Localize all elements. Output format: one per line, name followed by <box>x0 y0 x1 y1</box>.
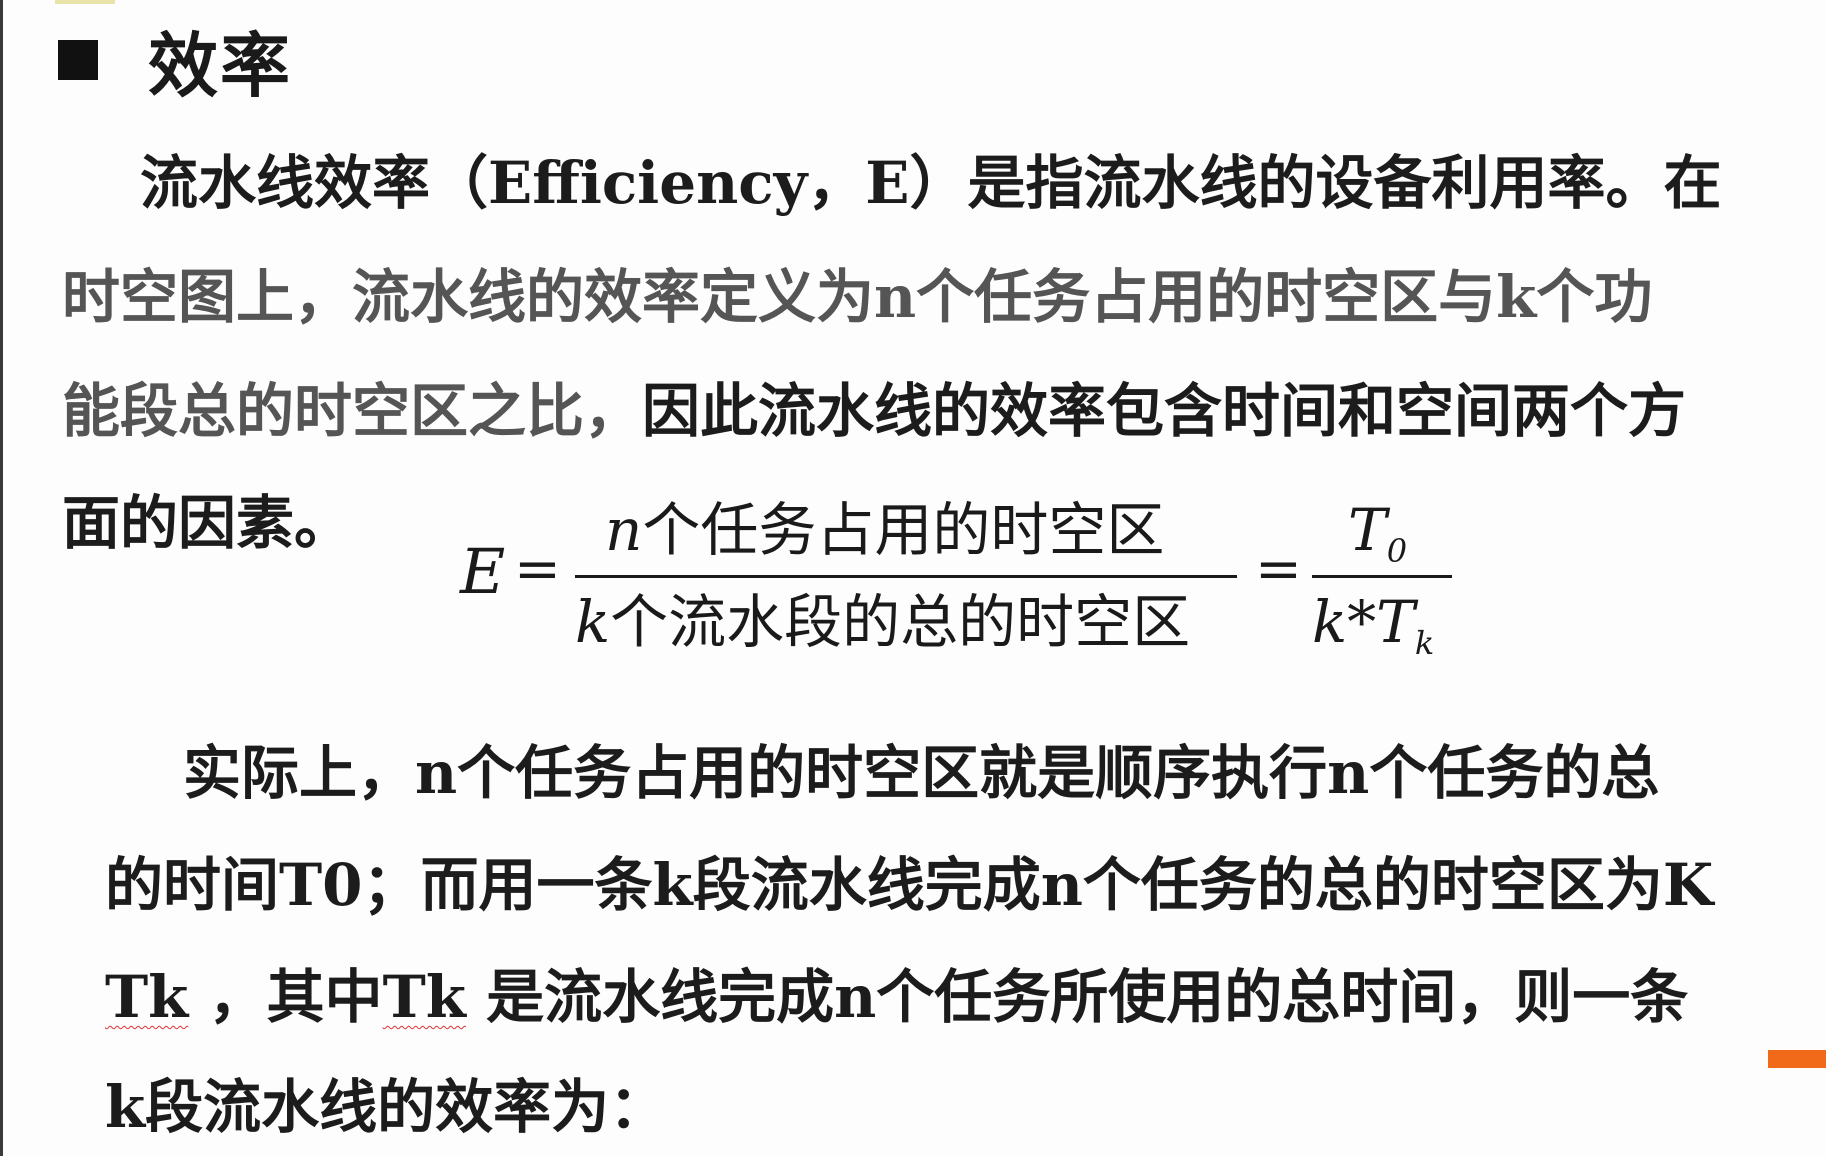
formula-equals-2: = <box>1255 537 1302 602</box>
paragraph2-line4: k段流水线的效率为： <box>105 1073 668 1141</box>
paragraph1-line3-part2: 因此流水线的效率包含时间和空间两个方 <box>642 377 1687 445</box>
formula-denominator-var: k <box>575 588 611 656</box>
formula-rhs-denominator-op: * <box>1347 588 1377 656</box>
paragraph2-line1: 实际上，n个任务占用的时空区就是顺序执行n个任务的总 <box>183 739 1660 807</box>
tk-term-1: Tk <box>105 963 189 1031</box>
formula-denominator: k个流水段的总的时空区 <box>575 587 1190 657</box>
top-highlight-mark <box>55 0 115 4</box>
fraction-bar-2 <box>1312 575 1452 578</box>
formula-rhs-denominator: k*Tk <box>1312 587 1434 678</box>
fraction-bar-1 <box>575 575 1237 578</box>
formula-numerator: n个任务占用的时空区 <box>605 495 1164 565</box>
paragraph2-line2: 的时间T0；而用一条k段流水线完成n个任务的总的时空区为K <box>105 851 1714 919</box>
formula-rhs-denominator-var2: T <box>1376 588 1415 656</box>
formula-denominator-text: 个流水段的总的时空区 <box>610 588 1191 656</box>
formula-rhs-numerator-sub: 0 <box>1386 532 1408 570</box>
title-row: 效率 <box>58 10 292 110</box>
formula-rhs-denominator-var1: k <box>1312 588 1348 656</box>
paragraph1-line1: 流水线效率（Efficiency，E）是指流水线的设备利用率。在 <box>140 149 1722 217</box>
slide-left-border <box>0 0 3 1156</box>
paragraph1-line2: 时空图上，流水线的效率定义为n个任务占用的时空区与k个功 <box>62 263 1653 331</box>
orange-accent-bar <box>1768 1050 1826 1068</box>
formula-rhs-numerator: T0 <box>1348 495 1407 586</box>
formula-numerator-text: 个任务占用的时空区 <box>642 496 1165 564</box>
paragraph2-line3: Tk ，其中Tk 是流水线完成n个任务所使用的总时间，则一条 <box>105 962 1688 1032</box>
paragraph1-line3-part1: 能段总的时空区之比， <box>62 377 643 445</box>
tk-term-2: Tk <box>382 963 466 1031</box>
paragraph2-line3-sep: ，其中 <box>188 963 383 1031</box>
formula-equals-1: = <box>514 537 561 602</box>
paragraph1-line4: 面的因素。 <box>62 489 353 557</box>
efficiency-formula: E = n个任务占用的时空区 k个流水段的总的时空区 = T0 k*Tk <box>460 495 1460 675</box>
slide-title: 效率 <box>148 23 292 107</box>
formula-rhs-numerator-var: T <box>1348 496 1387 564</box>
formula-rhs-denominator-sub: k <box>1414 624 1435 662</box>
paragraph1-line3: 能段总的时空区之比，因此流水线的效率包含时间和空间两个方 <box>62 376 1686 446</box>
formula-lhs: E <box>460 535 506 608</box>
paragraph2-line3-rest: 是流水线完成n个任务所使用的总时间，则一条 <box>465 963 1689 1031</box>
formula-numerator-var: n <box>605 496 643 564</box>
square-bullet-icon <box>58 40 98 80</box>
